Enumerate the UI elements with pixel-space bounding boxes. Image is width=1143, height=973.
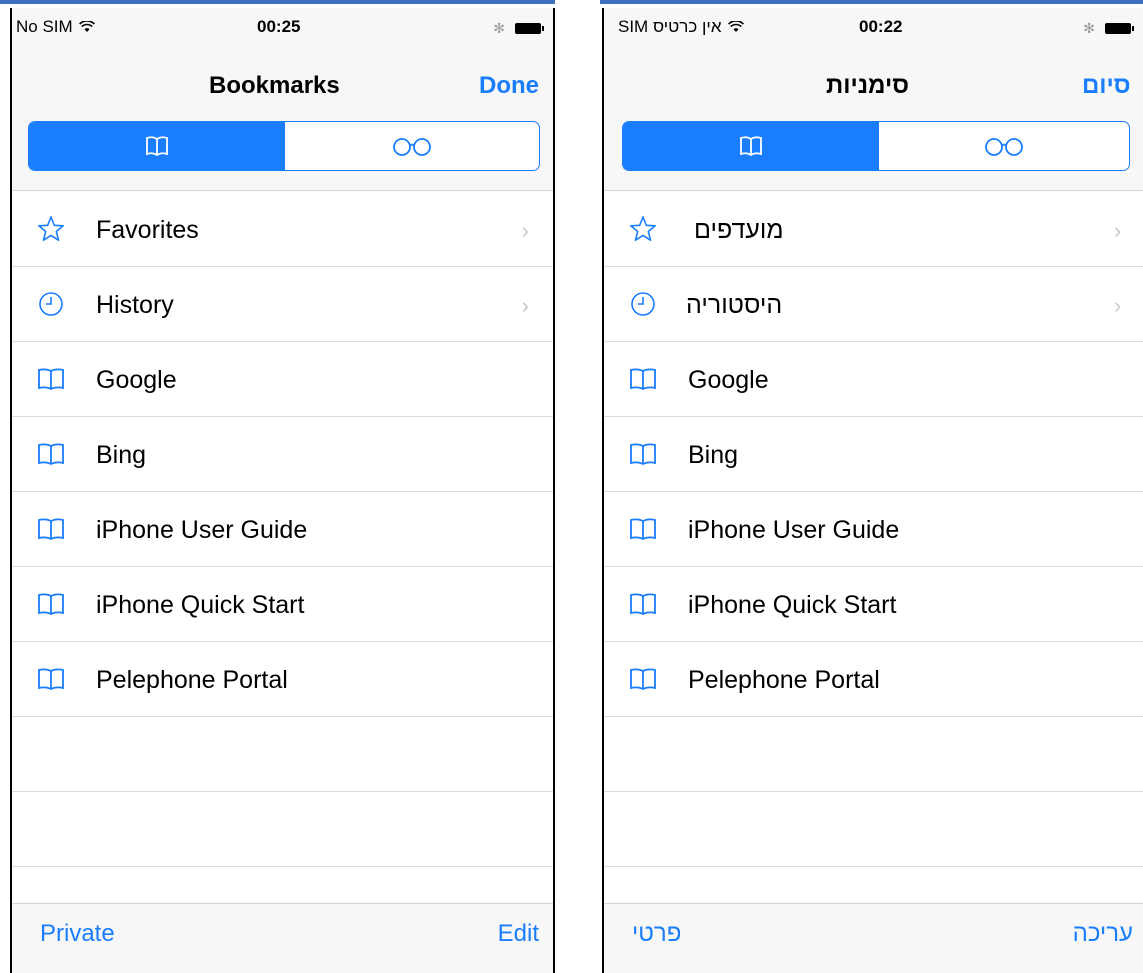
bluetooth-icon: ✻ (1083, 20, 1095, 36)
book-icon (36, 439, 66, 469)
list-item-label: Bing (688, 441, 739, 469)
book-icon (36, 589, 66, 619)
bluetooth-icon: ✻ (493, 20, 505, 36)
page-title: Bookmarks (209, 72, 340, 99)
status-time: 00:25 (257, 17, 301, 36)
bottom-toolbar: Private Edit (12, 903, 553, 973)
window-top-line (600, 0, 1143, 4)
carrier-label: אין כרטיס SIM (618, 17, 722, 36)
bookmarks-screen-english: No SIM 00:25 ✻ Bookmarks Done Favorites … (10, 8, 555, 973)
list-item[interactable]: Bing (12, 417, 553, 492)
star-icon (628, 214, 658, 244)
private-button[interactable]: Private (40, 920, 115, 948)
chevron-right-icon: › (1114, 293, 1122, 318)
list-item-label: iPhone Quick Start (688, 591, 897, 619)
list-item-favorites[interactable]: › מועדפים (604, 192, 1143, 267)
done-button[interactable]: Done (479, 72, 539, 100)
tab-reading-list[interactable] (285, 122, 539, 170)
wifi-icon (727, 21, 744, 32)
status-bar: No SIM 00:25 ✻ (12, 8, 553, 48)
book-icon (628, 589, 658, 619)
book-icon (628, 364, 658, 394)
clock-icon (36, 289, 66, 319)
carrier-label: No SIM (16, 17, 73, 36)
wifi-icon (78, 21, 95, 32)
list-item-label: Favorites (96, 216, 199, 244)
bookmarks-list: › מועדפים › היסטוריה Google Bing iPhone … (604, 192, 1143, 867)
top-bar: אין כרטיס SIM 00:22 ✻ סימניות סיום (604, 8, 1143, 191)
list-item[interactable]: Google (12, 342, 553, 417)
list-item[interactable]: Pelephone Portal (604, 642, 1143, 717)
list-item-label: Pelephone Portal (96, 666, 288, 694)
list-item-label: iPhone User Guide (688, 516, 900, 544)
list-item-label: Pelephone Portal (688, 666, 880, 694)
book-icon (146, 136, 168, 157)
status-right-icons: ✻ (1083, 20, 1134, 37)
carrier: No SIM (16, 17, 95, 37)
bookmarks-screen-hebrew: אין כרטיס SIM 00:22 ✻ סימניות סיום › מוע (602, 8, 1143, 973)
segmented-control (622, 121, 1130, 171)
list-item-label: History (96, 291, 174, 319)
glasses-icon (393, 138, 431, 156)
list-item-label: iPhone User Guide (96, 516, 308, 544)
done-button[interactable]: סיום (1082, 72, 1131, 100)
chevron-right-icon: › (1114, 218, 1122, 243)
tab-bookmarks[interactable] (29, 122, 285, 170)
list-item-history[interactable]: History › (12, 267, 553, 342)
segmented-control (28, 121, 540, 171)
battery-icon (515, 23, 544, 34)
bookmarks-list: Favorites › History › Google Bing iPhone… (12, 192, 553, 867)
status-bar: אין כרטיס SIM 00:22 ✻ (604, 8, 1143, 48)
book-icon (36, 664, 66, 694)
page-title: סימניות (826, 72, 910, 99)
chevron-right-icon: › (521, 218, 529, 243)
empty-row (12, 717, 553, 792)
list-item[interactable]: iPhone User Guide (604, 492, 1143, 567)
list-item-label: iPhone Quick Start (96, 591, 305, 619)
list-item-label: היסטוריה (686, 291, 783, 319)
edit-button[interactable]: עריכה (1073, 920, 1133, 948)
list-item[interactable]: iPhone Quick Start (12, 567, 553, 642)
book-icon (628, 514, 658, 544)
window-top-line (0, 0, 555, 4)
book-icon (36, 364, 66, 394)
tab-reading-list[interactable] (879, 122, 1129, 170)
bottom-toolbar: פרטי עריכה (604, 903, 1143, 973)
list-item-label: מועדפים (694, 216, 784, 244)
private-button[interactable]: פרטי (632, 920, 681, 948)
battery-icon (1105, 23, 1134, 34)
book-icon (36, 514, 66, 544)
navigation-bar: סימניות סיום (604, 64, 1143, 104)
carrier: אין כרטיס SIM (618, 17, 744, 37)
list-item[interactable]: iPhone Quick Start (604, 567, 1143, 642)
book-icon (628, 439, 658, 469)
status-right-icons: ✻ (493, 20, 544, 37)
book-icon (740, 136, 762, 157)
list-item-history[interactable]: › היסטוריה (604, 267, 1143, 342)
clock-icon (628, 289, 658, 319)
star-icon (36, 214, 66, 244)
list-item[interactable]: Google (604, 342, 1143, 417)
chevron-right-icon: › (521, 293, 529, 318)
edit-button[interactable]: Edit (498, 920, 539, 948)
top-bar: No SIM 00:25 ✻ Bookmarks Done (12, 8, 553, 191)
list-item[interactable]: iPhone User Guide (12, 492, 553, 567)
empty-row (604, 792, 1143, 867)
list-item-label: Google (688, 366, 769, 394)
empty-row (604, 717, 1143, 792)
list-item-favorites[interactable]: Favorites › (12, 192, 553, 267)
list-item-label: Bing (96, 441, 147, 469)
tab-bookmarks[interactable] (623, 122, 879, 170)
status-time: 00:22 (859, 17, 903, 36)
empty-row (12, 792, 553, 867)
book-icon (628, 664, 658, 694)
list-item-label: Google (96, 366, 177, 394)
glasses-icon (985, 138, 1023, 156)
list-item[interactable]: Bing (604, 417, 1143, 492)
list-item[interactable]: Pelephone Portal (12, 642, 553, 717)
navigation-bar: Bookmarks Done (12, 64, 553, 104)
